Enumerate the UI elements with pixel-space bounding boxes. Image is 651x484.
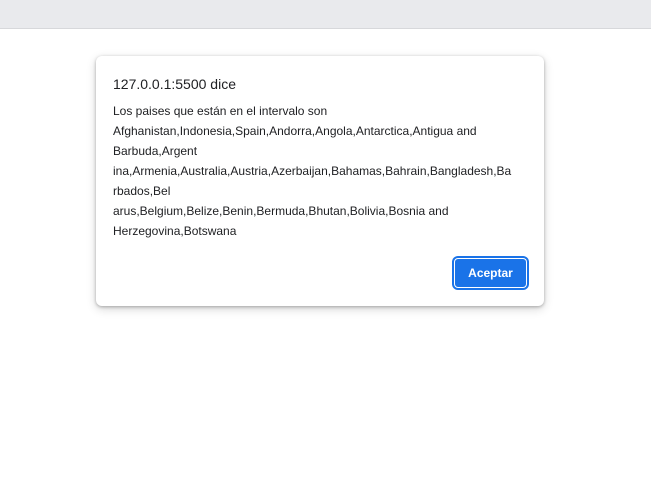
page-content: 127.0.0.1:5500 dice Los paises que están… [0, 29, 651, 484]
message-line: Los paises que están en el intervalo son [113, 104, 328, 118]
message-line: ina,Armenia,Australia,Austria,Azerbaijan… [113, 164, 512, 178]
message-line: Herzegovina,Botswana [113, 224, 237, 238]
alert-dialog: 127.0.0.1:5500 dice Los paises que están… [96, 56, 544, 306]
accept-button[interactable]: Aceptar [454, 258, 527, 288]
message-line: rbados,Bel [113, 184, 171, 198]
message-line: Barbuda,Argent [113, 144, 198, 158]
dialog-title: 127.0.0.1:5500 dice [113, 76, 236, 92]
dialog-message: Los paises que están en el intervalo son… [113, 101, 533, 241]
message-line: arus,Belgium,Belize,Benin,Bermuda,Bhutan… [113, 204, 449, 218]
browser-top-bar [0, 0, 651, 29]
message-line: Afghanistan,Indonesia,Spain,Andorra,Ango… [113, 124, 477, 138]
